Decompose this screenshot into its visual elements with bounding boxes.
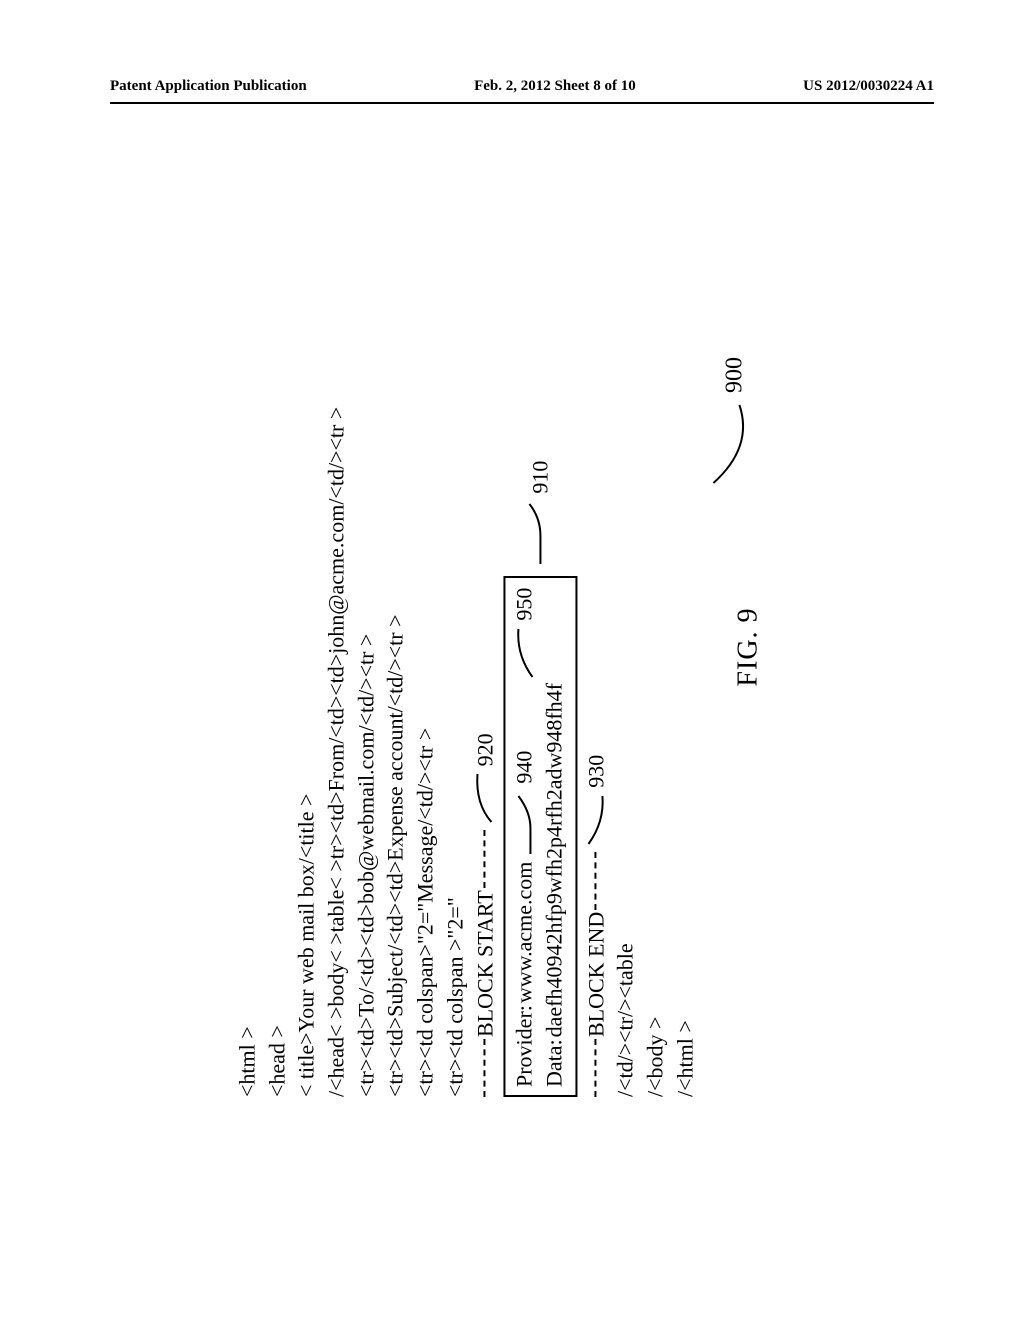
callout-920-number: 920 bbox=[470, 733, 500, 766]
dash-trail-icon bbox=[484, 830, 486, 888]
header-center: Feb. 2, 2012 Sheet 8 of 10 bbox=[307, 78, 803, 95]
code-line-3: < title>Your web mail box/<title > bbox=[292, 197, 322, 1097]
code-line-5: <tr><td>To/<td><td>bob@webmail.com/<td/>… bbox=[351, 197, 381, 1097]
code-line-4: /<head< >body< >table< >tr><td>From/<td>… bbox=[322, 197, 352, 1097]
dash-lead2-icon bbox=[595, 1039, 597, 1097]
callout-950: 950 bbox=[510, 588, 540, 679]
dash-trail2-icon bbox=[595, 852, 597, 910]
block-start-row: BLOCK START 920 bbox=[470, 197, 500, 1097]
header-rule bbox=[110, 102, 934, 104]
data-row: Data: daefh40942hfp9wfh2p4rfh2adw948fh4f bbox=[539, 588, 569, 1087]
callout-910: 910 bbox=[525, 461, 555, 566]
callout-940-number: 940 bbox=[510, 751, 540, 784]
code-line-after-1: /<td/><tr/><table bbox=[611, 197, 641, 1097]
callout-940: 940 bbox=[510, 751, 540, 856]
figure-9: <html > <head > < title>Your web mail bo… bbox=[232, 197, 767, 1103]
figure-caption: FIG. 9 bbox=[730, 197, 768, 1097]
code-line-after-3: /<html > bbox=[670, 197, 700, 1097]
callout-920: 920 bbox=[470, 733, 500, 824]
code-line-2: <head > bbox=[262, 197, 292, 1097]
dash-lead-icon bbox=[484, 1039, 486, 1097]
callout-930-number: 930 bbox=[581, 755, 611, 788]
page-header: Patent Application Publication Feb. 2, 2… bbox=[110, 78, 934, 95]
encoded-block-box: Provider: www.acme.com 940 950 Data: bbox=[504, 576, 577, 1097]
code-line-7: <tr><td colspan>"2="Message/<td/><tr > bbox=[411, 197, 441, 1097]
code-line-6: <tr><td>Subject/<td><td>Expense account/… bbox=[381, 197, 411, 1097]
page: Patent Application Publication Feb. 2, 2… bbox=[0, 0, 1024, 1320]
callout-910-number: 910 bbox=[525, 461, 555, 494]
block-end-row: BLOCK END 930 bbox=[581, 197, 611, 1097]
provider-row: Provider: www.acme.com 940 950 bbox=[510, 588, 540, 1087]
header-left: Patent Application Publication bbox=[110, 78, 307, 95]
data-label: Data: bbox=[539, 1039, 569, 1087]
figure-9-wrap: <html > <head > < title>Your web mail bo… bbox=[232, 197, 767, 1103]
callout-900: 900 bbox=[710, 357, 760, 487]
block-start-label: BLOCK START bbox=[470, 890, 500, 1037]
code-line-after-2: /<body > bbox=[640, 197, 670, 1097]
callout-950-number: 950 bbox=[510, 588, 540, 621]
code-line-8: <tr><td colspan >"2=" bbox=[440, 197, 470, 1097]
provider-label: Provider: bbox=[510, 1005, 540, 1087]
provider-value: www.acme.com bbox=[510, 862, 540, 1004]
code-line-1: <html > bbox=[232, 197, 262, 1097]
header-right: US 2012/0030224 A1 bbox=[803, 78, 934, 95]
block-end-label: BLOCK END bbox=[581, 912, 611, 1037]
data-value: daefh40942hfp9wfh2p4rfh2adw948fh4f bbox=[539, 683, 569, 1037]
callout-930: 930 bbox=[581, 755, 611, 846]
callout-900-number: 900 bbox=[718, 357, 750, 393]
